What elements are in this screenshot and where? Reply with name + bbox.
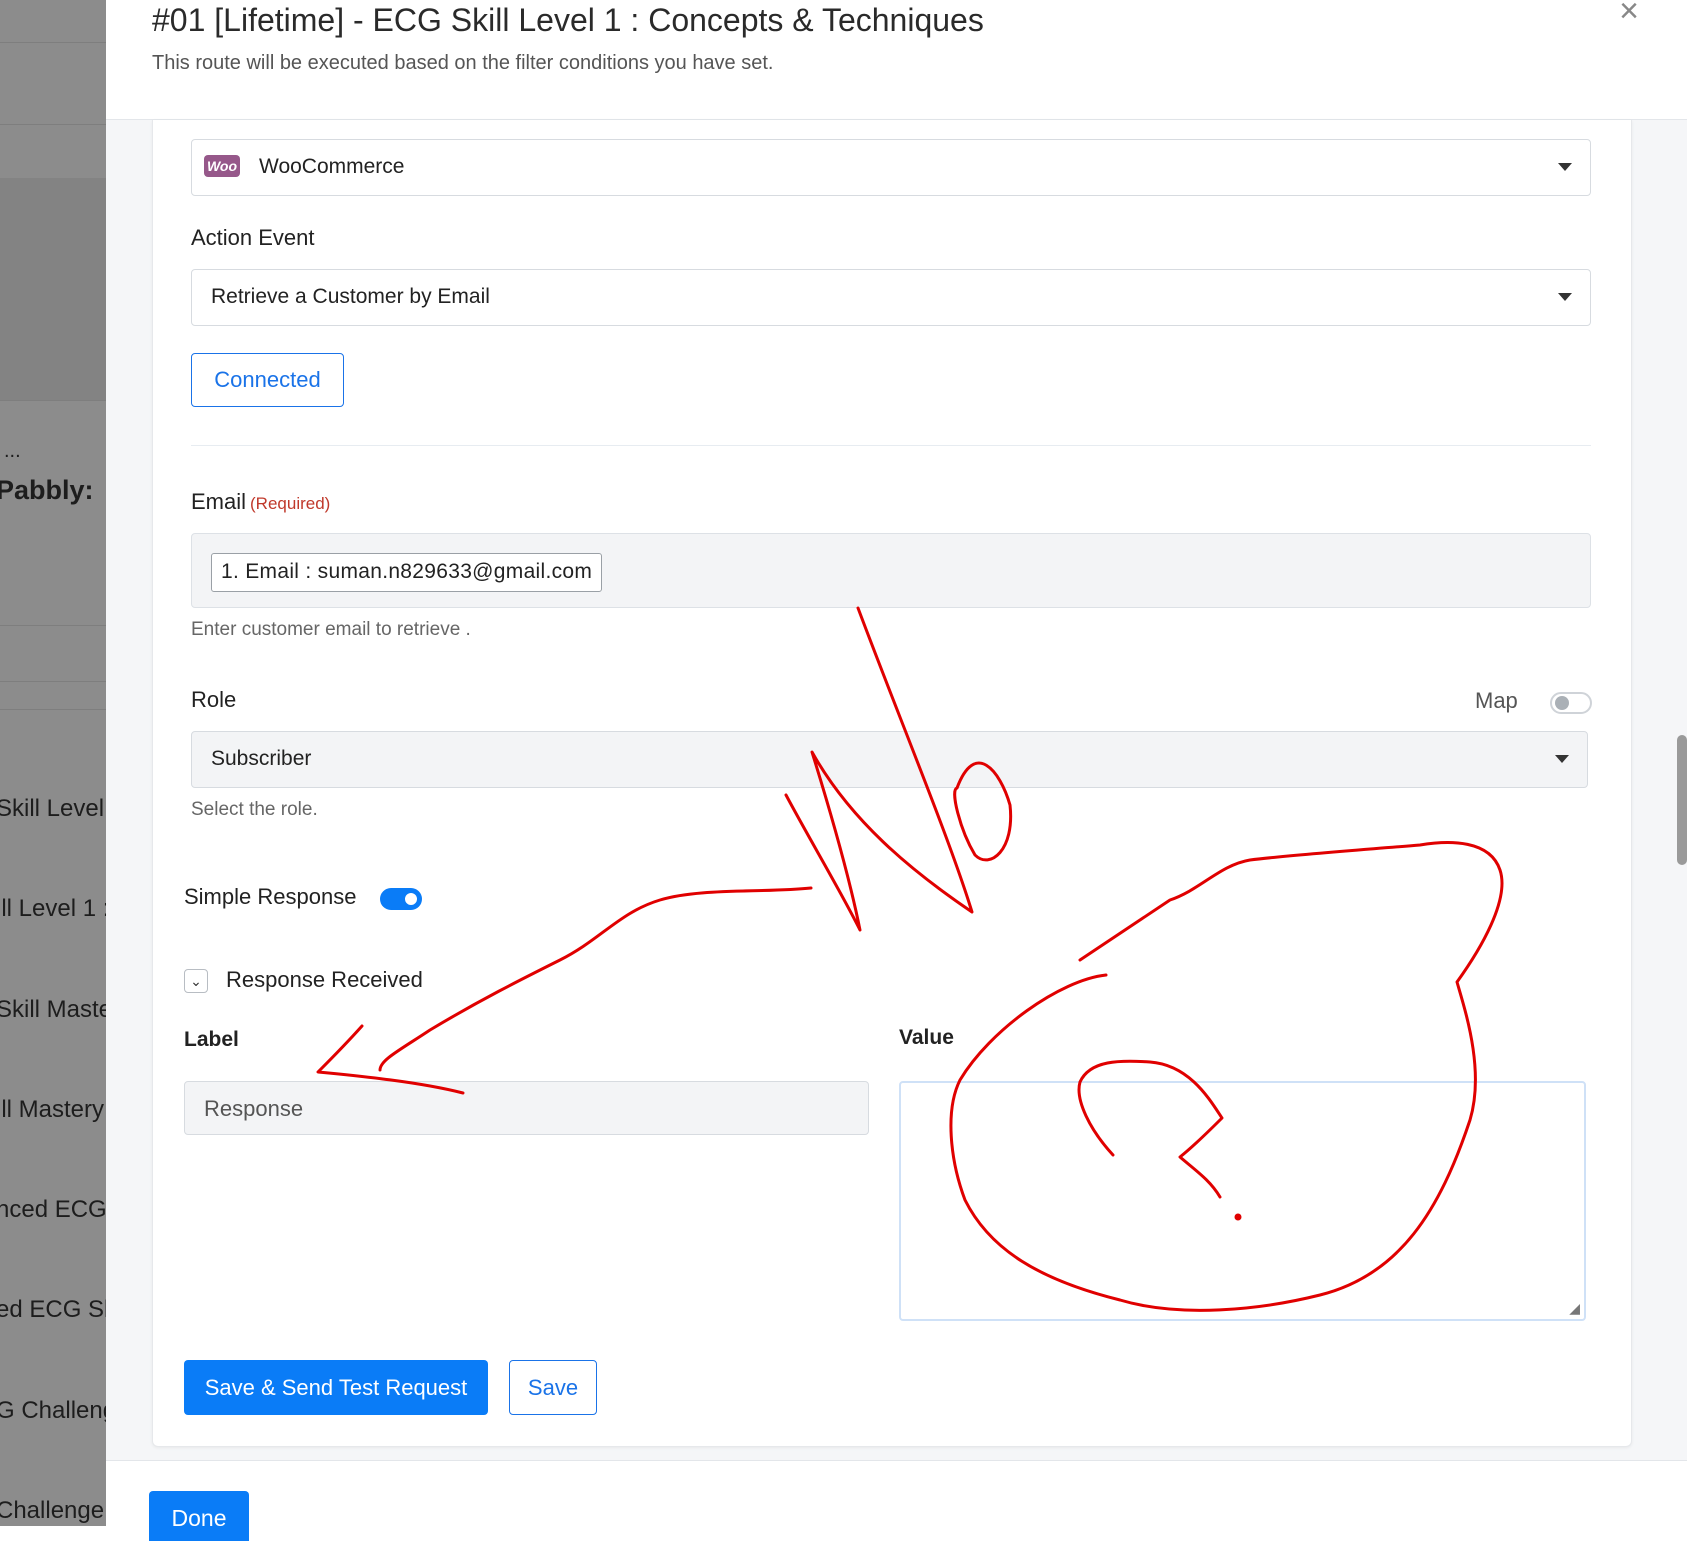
action-event-value: Retrieve a Customer by Email bbox=[211, 285, 490, 308]
action-event-select[interactable]: Retrieve a Customer by Email bbox=[191, 269, 1591, 326]
section-divider bbox=[191, 445, 1591, 446]
bg-list-item: Skill Master bbox=[0, 996, 106, 1023]
modal-title: #01 [Lifetime] - ECG Skill Level 1 : Con… bbox=[152, 2, 984, 38]
close-icon[interactable]: × bbox=[1619, 0, 1639, 28]
modal-header: #01 [Lifetime] - ECG Skill Level 1 : Con… bbox=[106, 0, 1687, 120]
bg-row bbox=[0, 178, 106, 279]
bg-list-item: Skill Level 1 bbox=[0, 795, 106, 822]
modal-footer: Done bbox=[106, 1460, 1687, 1541]
bg-ellipsis: ... bbox=[4, 440, 21, 462]
chevron-down-icon bbox=[1558, 163, 1572, 171]
value-column-header: Value bbox=[899, 1026, 954, 1049]
bg-row bbox=[0, 278, 106, 401]
email-mapped-chip[interactable]: 1. Email : suman.n829633@gmail.com bbox=[211, 553, 603, 592]
app-select[interactable]: Woo WooCommerce bbox=[191, 139, 1591, 196]
action-event-label: Action Event bbox=[191, 225, 315, 250]
map-label: Map bbox=[1475, 688, 1518, 713]
done-button[interactable]: Done bbox=[149, 1491, 249, 1541]
bg-list-item: G Challeng bbox=[0, 1397, 106, 1424]
bg-row bbox=[0, 42, 106, 125]
save-and-send-test-button[interactable]: Save & Send Test Request bbox=[184, 1360, 488, 1415]
bg-row bbox=[0, 0, 106, 43]
role-label: Role bbox=[191, 687, 237, 712]
woocommerce-logo: Woo bbox=[204, 155, 240, 177]
background-page: ... Pabbly: Skill Level 1 ill Level 1 : … bbox=[0, 0, 106, 1526]
bg-row bbox=[0, 124, 106, 179]
action-card: Woo WooCommerce Action Event Retrieve a … bbox=[152, 120, 1632, 1447]
simple-response-label: Simple Response bbox=[184, 884, 357, 909]
modal-body: Woo WooCommerce Action Event Retrieve a … bbox=[106, 120, 1687, 1460]
email-field[interactable]: 1. Email : suman.n829633@gmail.com bbox=[191, 533, 1591, 608]
bg-pabbly-text: Pabbly: bbox=[0, 475, 94, 505]
bg-list-item: ill Mastery bbox=[0, 1096, 105, 1123]
map-toggle[interactable] bbox=[1550, 692, 1592, 714]
required-marker: (Required) bbox=[250, 494, 331, 513]
bg-list-item: ed ECG Sk bbox=[0, 1296, 106, 1323]
toggle-knob bbox=[403, 891, 419, 907]
simple-response-toggle[interactable] bbox=[380, 888, 422, 910]
role-select[interactable]: Subscriber bbox=[191, 731, 1588, 788]
bg-row bbox=[0, 545, 106, 626]
toggle-knob bbox=[1555, 696, 1569, 710]
label-column-header: Label bbox=[184, 1028, 239, 1051]
email-label-text: Email bbox=[191, 489, 247, 514]
role-help-text: Select the role. bbox=[191, 799, 318, 820]
response-received-label: Response Received bbox=[226, 967, 423, 992]
chevron-down-icon: ⌄ bbox=[190, 973, 202, 989]
email-label: Email (Required) bbox=[191, 489, 330, 515]
route-modal: #01 [Lifetime] - ECG Skill Level 1 : Con… bbox=[106, 0, 1687, 1541]
connected-button[interactable]: Connected bbox=[191, 353, 344, 407]
response-value-textarea[interactable]: ◢ bbox=[899, 1081, 1586, 1321]
app-select-value: WooCommerce bbox=[259, 155, 405, 178]
response-label-value: Response bbox=[204, 1096, 304, 1121]
scrollbar-thumb[interactable] bbox=[1677, 735, 1687, 865]
bg-list-item: nced ECG S bbox=[0, 1196, 106, 1223]
response-label-input[interactable]: Response bbox=[184, 1081, 869, 1135]
email-help-text: Enter customer email to retrieve . bbox=[191, 619, 471, 640]
modal-subtitle: This route will be executed based on the… bbox=[152, 52, 774, 74]
bg-row bbox=[0, 625, 106, 682]
bg-row bbox=[0, 681, 106, 710]
bg-list-item: ill Level 1 : bbox=[0, 895, 106, 922]
save-button[interactable]: Save bbox=[509, 1360, 597, 1415]
collapse-toggle[interactable]: ⌄ bbox=[184, 969, 208, 993]
chevron-down-icon bbox=[1558, 293, 1572, 301]
bg-list-item: Challenge bbox=[0, 1497, 105, 1524]
resize-handle-icon[interactable]: ◢ bbox=[1569, 1300, 1580, 1317]
chevron-down-icon bbox=[1555, 755, 1569, 763]
role-select-value: Subscriber bbox=[211, 747, 312, 770]
